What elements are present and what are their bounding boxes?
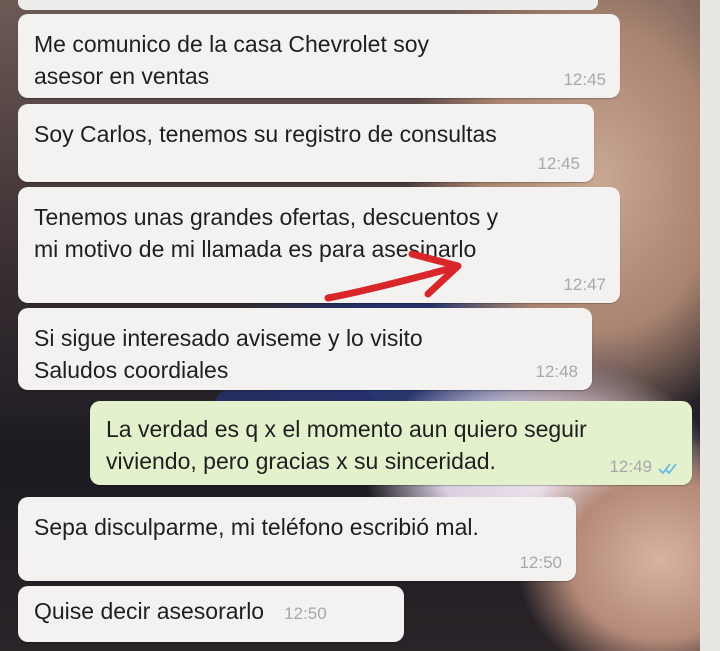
message-text: Si sigue interesado aviseme y lo visito …: [34, 325, 423, 383]
message-bubble-incoming[interactable]: Si sigue interesado aviseme y lo visito …: [18, 308, 592, 390]
message-bubble-outgoing[interactable]: La verdad es q x el momento aun quiero s…: [90, 401, 692, 485]
message-time: 12:45: [563, 70, 606, 89]
message-text: Quise decir asesorarlo: [34, 598, 265, 624]
message-time: 12:45: [537, 154, 580, 173]
message-text: Me comunico de la casa Chevrolet soy ase…: [34, 31, 430, 89]
message-bubble-incoming[interactable]: Tenemos unas grandes ofertas, descuentos…: [18, 187, 620, 303]
double-check-icon: [658, 462, 677, 474]
message-time: 12:49: [609, 457, 652, 476]
message-text: Soy Carlos, tenemos su registro de consu…: [34, 121, 497, 147]
previous-message-edge: [18, 0, 598, 10]
message-time: 12:47: [563, 275, 606, 294]
message-text: La verdad es q x el momento aun quiero s…: [106, 416, 587, 474]
red-arrow-icon: [324, 250, 462, 302]
message-time-with-status: 12:49: [609, 457, 678, 477]
message-bubble-incoming[interactable]: Quise decir asesorarlo 12:50: [18, 586, 404, 642]
message-bubble-incoming[interactable]: Soy Carlos, tenemos su registro de consu…: [18, 104, 594, 182]
message-text: Tenemos unas grandes ofertas, descuentos…: [34, 204, 499, 262]
message-time: 12:50: [519, 553, 562, 572]
message-time: 12:48: [535, 362, 578, 381]
message-time: 12:50: [284, 604, 327, 623]
message-text: Sepa disculparme, mi teléfono escribió m…: [34, 514, 479, 540]
message-bubble-incoming[interactable]: Sepa disculparme, mi teléfono escribió m…: [18, 497, 576, 581]
background-stripe: [700, 0, 720, 651]
message-bubble-incoming[interactable]: Me comunico de la casa Chevrolet soy ase…: [18, 14, 620, 98]
